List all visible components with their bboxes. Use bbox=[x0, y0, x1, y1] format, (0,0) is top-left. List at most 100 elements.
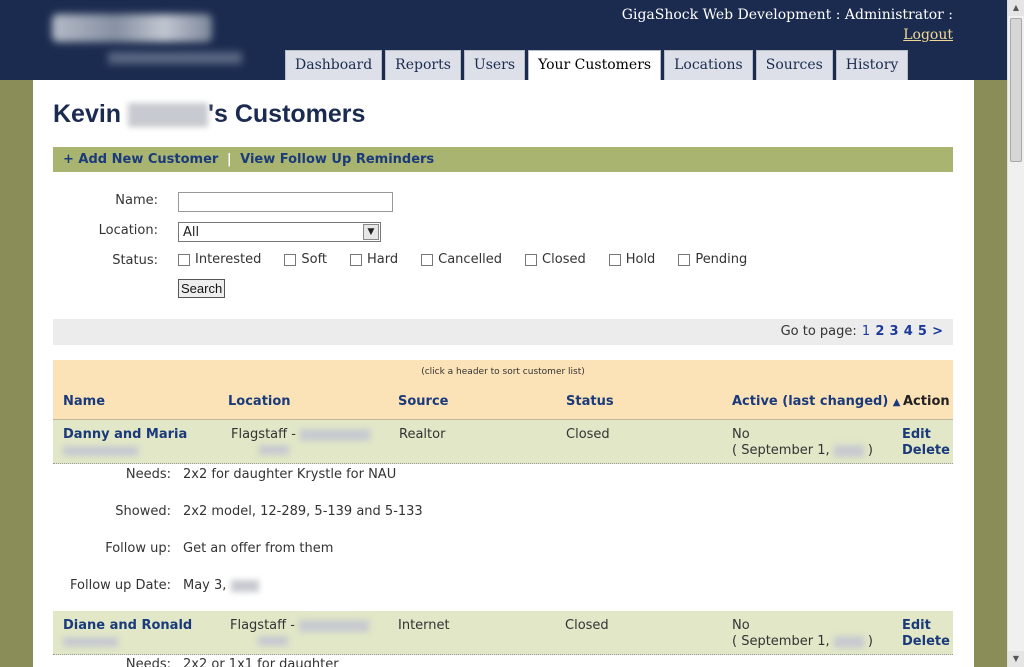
page-link-1[interactable]: 1 bbox=[862, 324, 870, 339]
status-option-pending[interactable]: Pending bbox=[678, 252, 747, 267]
column-header-location[interactable]: Location bbox=[228, 394, 291, 409]
vertical-scrollbar[interactable]: ▲ ▼ bbox=[1007, 0, 1024, 667]
status-option-hold[interactable]: Hold bbox=[608, 252, 656, 267]
detail-value: May 3, bbox=[183, 578, 259, 593]
customer-name-link[interactable]: Diane and Ronald bbox=[63, 618, 192, 648]
detail-value: 2x2 for daughter Krystle for NAU bbox=[183, 467, 397, 482]
customer-location: Flagstaff - bbox=[231, 427, 371, 457]
edit-link[interactable]: Edit bbox=[902, 427, 950, 443]
scroll-up-arrow-icon[interactable]: ▲ bbox=[1008, 0, 1024, 16]
page-title: Kevin 's Customers bbox=[53, 100, 365, 129]
detail-value: Get an offer from them bbox=[183, 541, 334, 556]
customer-name-link[interactable]: Danny and Maria bbox=[63, 427, 187, 457]
location-text: Flagstaff - bbox=[230, 618, 295, 633]
status-option-label: Soft bbox=[301, 252, 328, 267]
location-select[interactable]: All ▼ bbox=[178, 222, 381, 242]
detail-label: Needs: bbox=[125, 467, 171, 482]
redacted-surname bbox=[128, 103, 209, 128]
customer-name: Danny and Maria bbox=[63, 427, 188, 442]
dropdown-arrow-icon[interactable]: ▼ bbox=[363, 224, 379, 240]
delete-link[interactable]: Delete bbox=[902, 443, 950, 459]
tab-locations[interactable]: Locations bbox=[664, 50, 753, 80]
pagination-bar: Go to page: 1 2 3 4 5 > bbox=[53, 319, 953, 345]
follow-up-reminders-link[interactable]: View Follow Up Reminders bbox=[240, 152, 434, 167]
edit-link[interactable]: Edit bbox=[902, 618, 950, 634]
column-header-status[interactable]: Status bbox=[566, 394, 614, 409]
redacted-surname bbox=[63, 636, 118, 647]
changed-date-close: ) bbox=[867, 634, 873, 649]
page-link-4[interactable]: 4 bbox=[904, 324, 913, 339]
status-option-cancelled[interactable]: Cancelled bbox=[421, 252, 502, 267]
column-header-active-label: Active (last changed) bbox=[732, 394, 889, 409]
customer-status: Closed bbox=[565, 618, 609, 633]
checkbox[interactable] bbox=[608, 253, 621, 266]
row-actions: Edit Delete bbox=[902, 618, 950, 650]
status-label: Status: bbox=[112, 253, 158, 268]
row-actions: Edit Delete bbox=[902, 427, 950, 459]
status-option-label: Pending bbox=[695, 252, 748, 267]
tab-your-customers[interactable]: Your Customers bbox=[528, 50, 662, 80]
page-link-2[interactable]: 2 bbox=[875, 324, 884, 339]
column-header-active[interactable]: Active (last changed) ▲ bbox=[732, 394, 901, 409]
page-link-3[interactable]: 3 bbox=[890, 324, 899, 339]
redacted-location bbox=[258, 635, 288, 646]
redacted-location bbox=[300, 428, 371, 441]
add-customer-link[interactable]: + Add New Customer bbox=[63, 152, 218, 167]
customer-table-header: (click a header to sort customer list) N… bbox=[53, 360, 953, 420]
redacted-location bbox=[299, 619, 370, 632]
status-option-interested[interactable]: Interested bbox=[178, 252, 261, 267]
changed-date-close: ) bbox=[867, 443, 873, 458]
page-next-link[interactable]: > bbox=[932, 324, 943, 339]
top-header: GigaShock Web Development : Administrato… bbox=[0, 0, 1007, 80]
logout-link[interactable]: Logout bbox=[903, 27, 953, 43]
scroll-down-arrow-icon[interactable]: ▼ bbox=[1008, 651, 1024, 667]
site-logo[interactable] bbox=[52, 12, 242, 68]
status-option-soft[interactable]: Soft bbox=[284, 252, 327, 267]
checkbox[interactable] bbox=[421, 253, 434, 266]
status-option-hard[interactable]: Hard bbox=[350, 252, 398, 267]
detail-label: Needs: bbox=[125, 657, 171, 667]
status-option-label: Cancelled bbox=[438, 252, 503, 267]
last-changed-date: ( September 1, ) bbox=[732, 634, 873, 650]
changed-date-text: ( September 1, bbox=[732, 443, 830, 458]
customer-status: Closed bbox=[566, 427, 610, 442]
scrollbar-thumb[interactable] bbox=[1010, 18, 1022, 162]
tab-sources[interactable]: Sources bbox=[755, 50, 833, 80]
column-header-source[interactable]: Source bbox=[398, 394, 448, 409]
status-checkbox-group: Interested Soft Hard Cancelled Closed Ho… bbox=[178, 252, 770, 267]
detail-label: Showed: bbox=[115, 504, 171, 519]
status-option-label: Hold bbox=[625, 252, 656, 267]
tab-reports[interactable]: Reports bbox=[385, 50, 461, 80]
logo-tagline bbox=[108, 52, 242, 64]
location-text: Flagstaff - bbox=[231, 427, 296, 442]
tab-dashboard[interactable]: Dashboard bbox=[285, 50, 383, 80]
logo-mark bbox=[52, 14, 212, 42]
page-link-5[interactable]: 5 bbox=[918, 324, 927, 339]
follow-up-date-text: May 3, bbox=[183, 578, 227, 593]
last-changed-date: ( September 1, ) bbox=[732, 443, 873, 459]
tab-history[interactable]: History bbox=[835, 50, 909, 80]
checkbox[interactable] bbox=[525, 253, 538, 266]
status-option-closed[interactable]: Closed bbox=[525, 252, 586, 267]
name-input[interactable] bbox=[178, 192, 393, 212]
column-header-name[interactable]: Name bbox=[63, 394, 105, 409]
checkbox[interactable] bbox=[284, 253, 297, 266]
customer-location: Flagstaff - bbox=[230, 618, 370, 648]
search-button[interactable]: Search bbox=[178, 279, 226, 298]
table-row: Diane and Ronald Flagstaff - Internet Cl… bbox=[53, 611, 953, 655]
customer-source: Realtor bbox=[399, 427, 446, 442]
redacted-year bbox=[230, 579, 259, 592]
changed-date-text: ( September 1, bbox=[732, 634, 830, 649]
delete-link[interactable]: Delete bbox=[902, 634, 950, 650]
checkbox[interactable] bbox=[350, 253, 363, 266]
redacted-year bbox=[833, 444, 864, 457]
table-row: Danny and Maria Flagstaff - Realtor Clos… bbox=[53, 420, 953, 464]
active-value: No bbox=[732, 427, 750, 442]
active-value: No bbox=[732, 618, 750, 633]
detail-label: Follow up: bbox=[105, 541, 171, 556]
checkbox[interactable] bbox=[178, 253, 190, 266]
checkbox[interactable] bbox=[678, 253, 691, 266]
sort-ascending-icon: ▲ bbox=[892, 397, 901, 408]
detail-value: 2x2 or 1x1 for daughter bbox=[183, 657, 339, 667]
tab-users[interactable]: Users bbox=[463, 50, 526, 80]
